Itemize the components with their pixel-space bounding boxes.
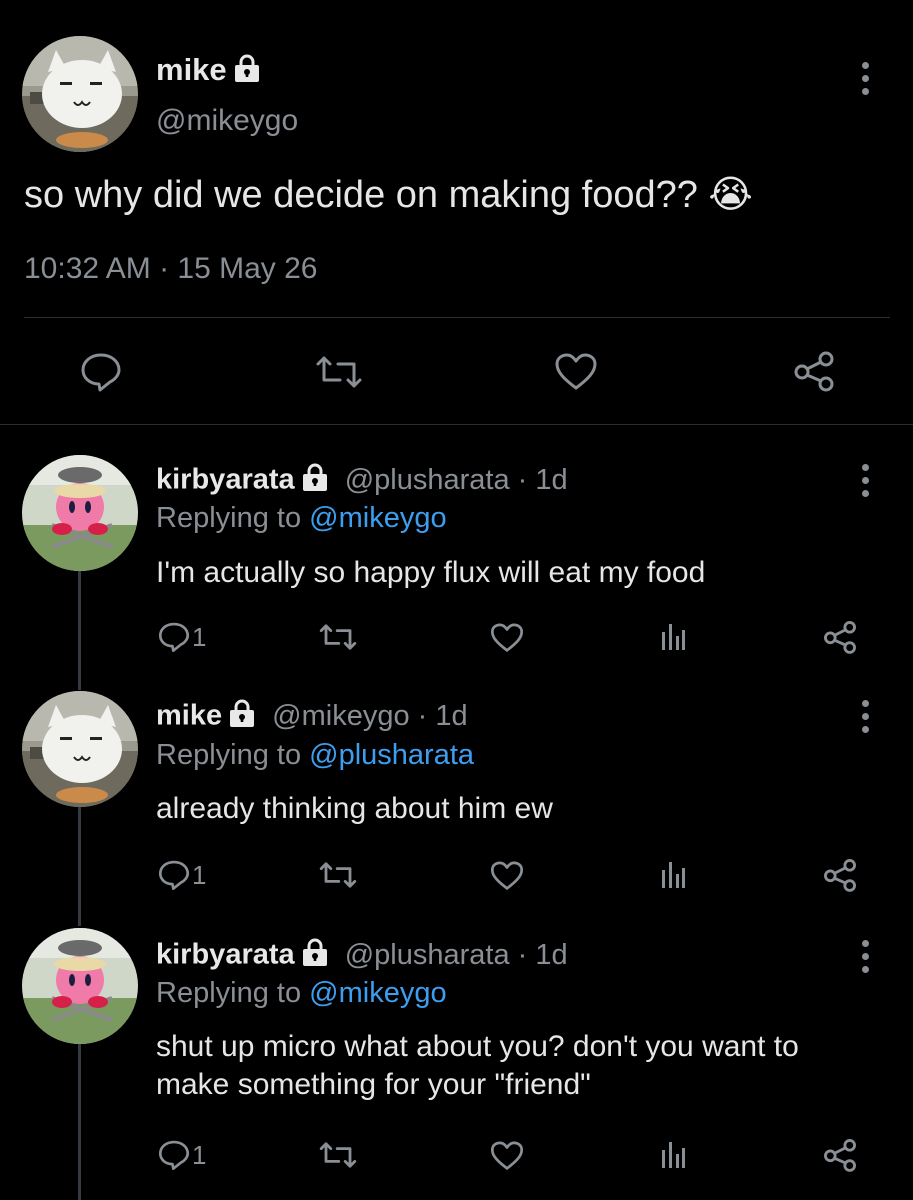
- retweet-icon[interactable]: [318, 860, 358, 890]
- analytics-icon[interactable]: [660, 622, 686, 652]
- reply-icon[interactable]: [80, 352, 122, 392]
- divider: [24, 317, 890, 318]
- reply-header: kirbyarata @plusharata · 1d: [156, 937, 568, 975]
- reply-icon[interactable]: [158, 1139, 190, 1171]
- like-icon[interactable]: [490, 860, 524, 892]
- avatar[interactable]: [22, 455, 138, 571]
- more-icon[interactable]: [862, 464, 870, 503]
- share-icon[interactable]: [822, 620, 858, 654]
- reply-count: 1: [192, 1139, 207, 1170]
- reply-button[interactable]: 1: [158, 620, 206, 653]
- analytics-icon[interactable]: [660, 1140, 686, 1170]
- tweet-timestamp[interactable]: 10:32 AM · 15 May 26: [24, 252, 318, 286]
- reply-count: 1: [192, 621, 207, 652]
- lock-icon: [228, 698, 256, 736]
- author-name-row[interactable]: mike: [156, 52, 261, 91]
- thread-line: [78, 1044, 81, 1200]
- reply-text: I'm actually so happy flux will eat my f…: [156, 556, 706, 589]
- retweet-icon[interactable]: [318, 1140, 358, 1170]
- like-icon[interactable]: [490, 622, 524, 654]
- reply-text: shut up micro what about you? don't you …: [156, 1030, 799, 1101]
- share-icon[interactable]: [792, 350, 836, 392]
- retweet-icon[interactable]: [318, 622, 358, 652]
- reply-button[interactable]: 1: [158, 1138, 206, 1171]
- reply-meta[interactable]: @plusharata · 1d: [345, 464, 568, 496]
- mention-link[interactable]: @plusharata: [309, 739, 474, 771]
- lock-icon: [233, 53, 261, 91]
- reply-button[interactable]: 1: [158, 858, 206, 891]
- reply-meta[interactable]: @mikeygo · 1d: [272, 700, 467, 732]
- replying-to: Replying to @mikeygo: [156, 977, 447, 1010]
- reply-text: already thinking about him ew: [156, 792, 553, 825]
- thread-line: [78, 570, 81, 690]
- author-handle[interactable]: @mikeygo: [156, 104, 298, 138]
- divider: [0, 424, 913, 425]
- replying-label: Replying to: [156, 502, 310, 534]
- replying-label: Replying to: [156, 739, 310, 771]
- tweet-text: so why did we decide on making food?? 😭: [24, 174, 753, 216]
- analytics-icon[interactable]: [660, 860, 686, 890]
- avatar[interactable]: [22, 36, 138, 152]
- mention-link[interactable]: @mikeygo: [309, 502, 446, 534]
- mention-link[interactable]: @mikeygo: [309, 977, 446, 1009]
- reply-meta[interactable]: @plusharata · 1d: [345, 939, 568, 971]
- replying-to: Replying to @mikeygo: [156, 502, 447, 535]
- reply-header: mike @mikeygo · 1d: [156, 698, 468, 736]
- author-name[interactable]: mike: [156, 52, 227, 87]
- replying-to: Replying to @plusharata: [156, 739, 474, 772]
- reply-author-name[interactable]: kirbyarata: [156, 464, 295, 496]
- lock-icon: [301, 462, 329, 500]
- share-icon[interactable]: [822, 858, 858, 892]
- avatar[interactable]: [22, 691, 138, 807]
- reply-header: kirbyarata @plusharata · 1d: [156, 462, 568, 500]
- reply-author-name[interactable]: kirbyarata: [156, 939, 295, 971]
- more-icon[interactable]: [862, 940, 870, 979]
- reply-author-name[interactable]: mike: [156, 700, 222, 732]
- more-icon[interactable]: [862, 62, 870, 101]
- reply-icon[interactable]: [158, 621, 190, 653]
- avatar[interactable]: [22, 928, 138, 1044]
- replying-label: Replying to: [156, 977, 310, 1009]
- thread-line: [78, 806, 81, 926]
- more-icon[interactable]: [862, 700, 870, 739]
- like-icon[interactable]: [490, 1140, 524, 1172]
- lock-icon: [301, 937, 329, 975]
- reply-icon[interactable]: [158, 859, 190, 891]
- share-icon[interactable]: [822, 1138, 858, 1172]
- reply-count: 1: [192, 859, 207, 890]
- like-icon[interactable]: [554, 352, 598, 392]
- retweet-icon[interactable]: [314, 354, 364, 390]
